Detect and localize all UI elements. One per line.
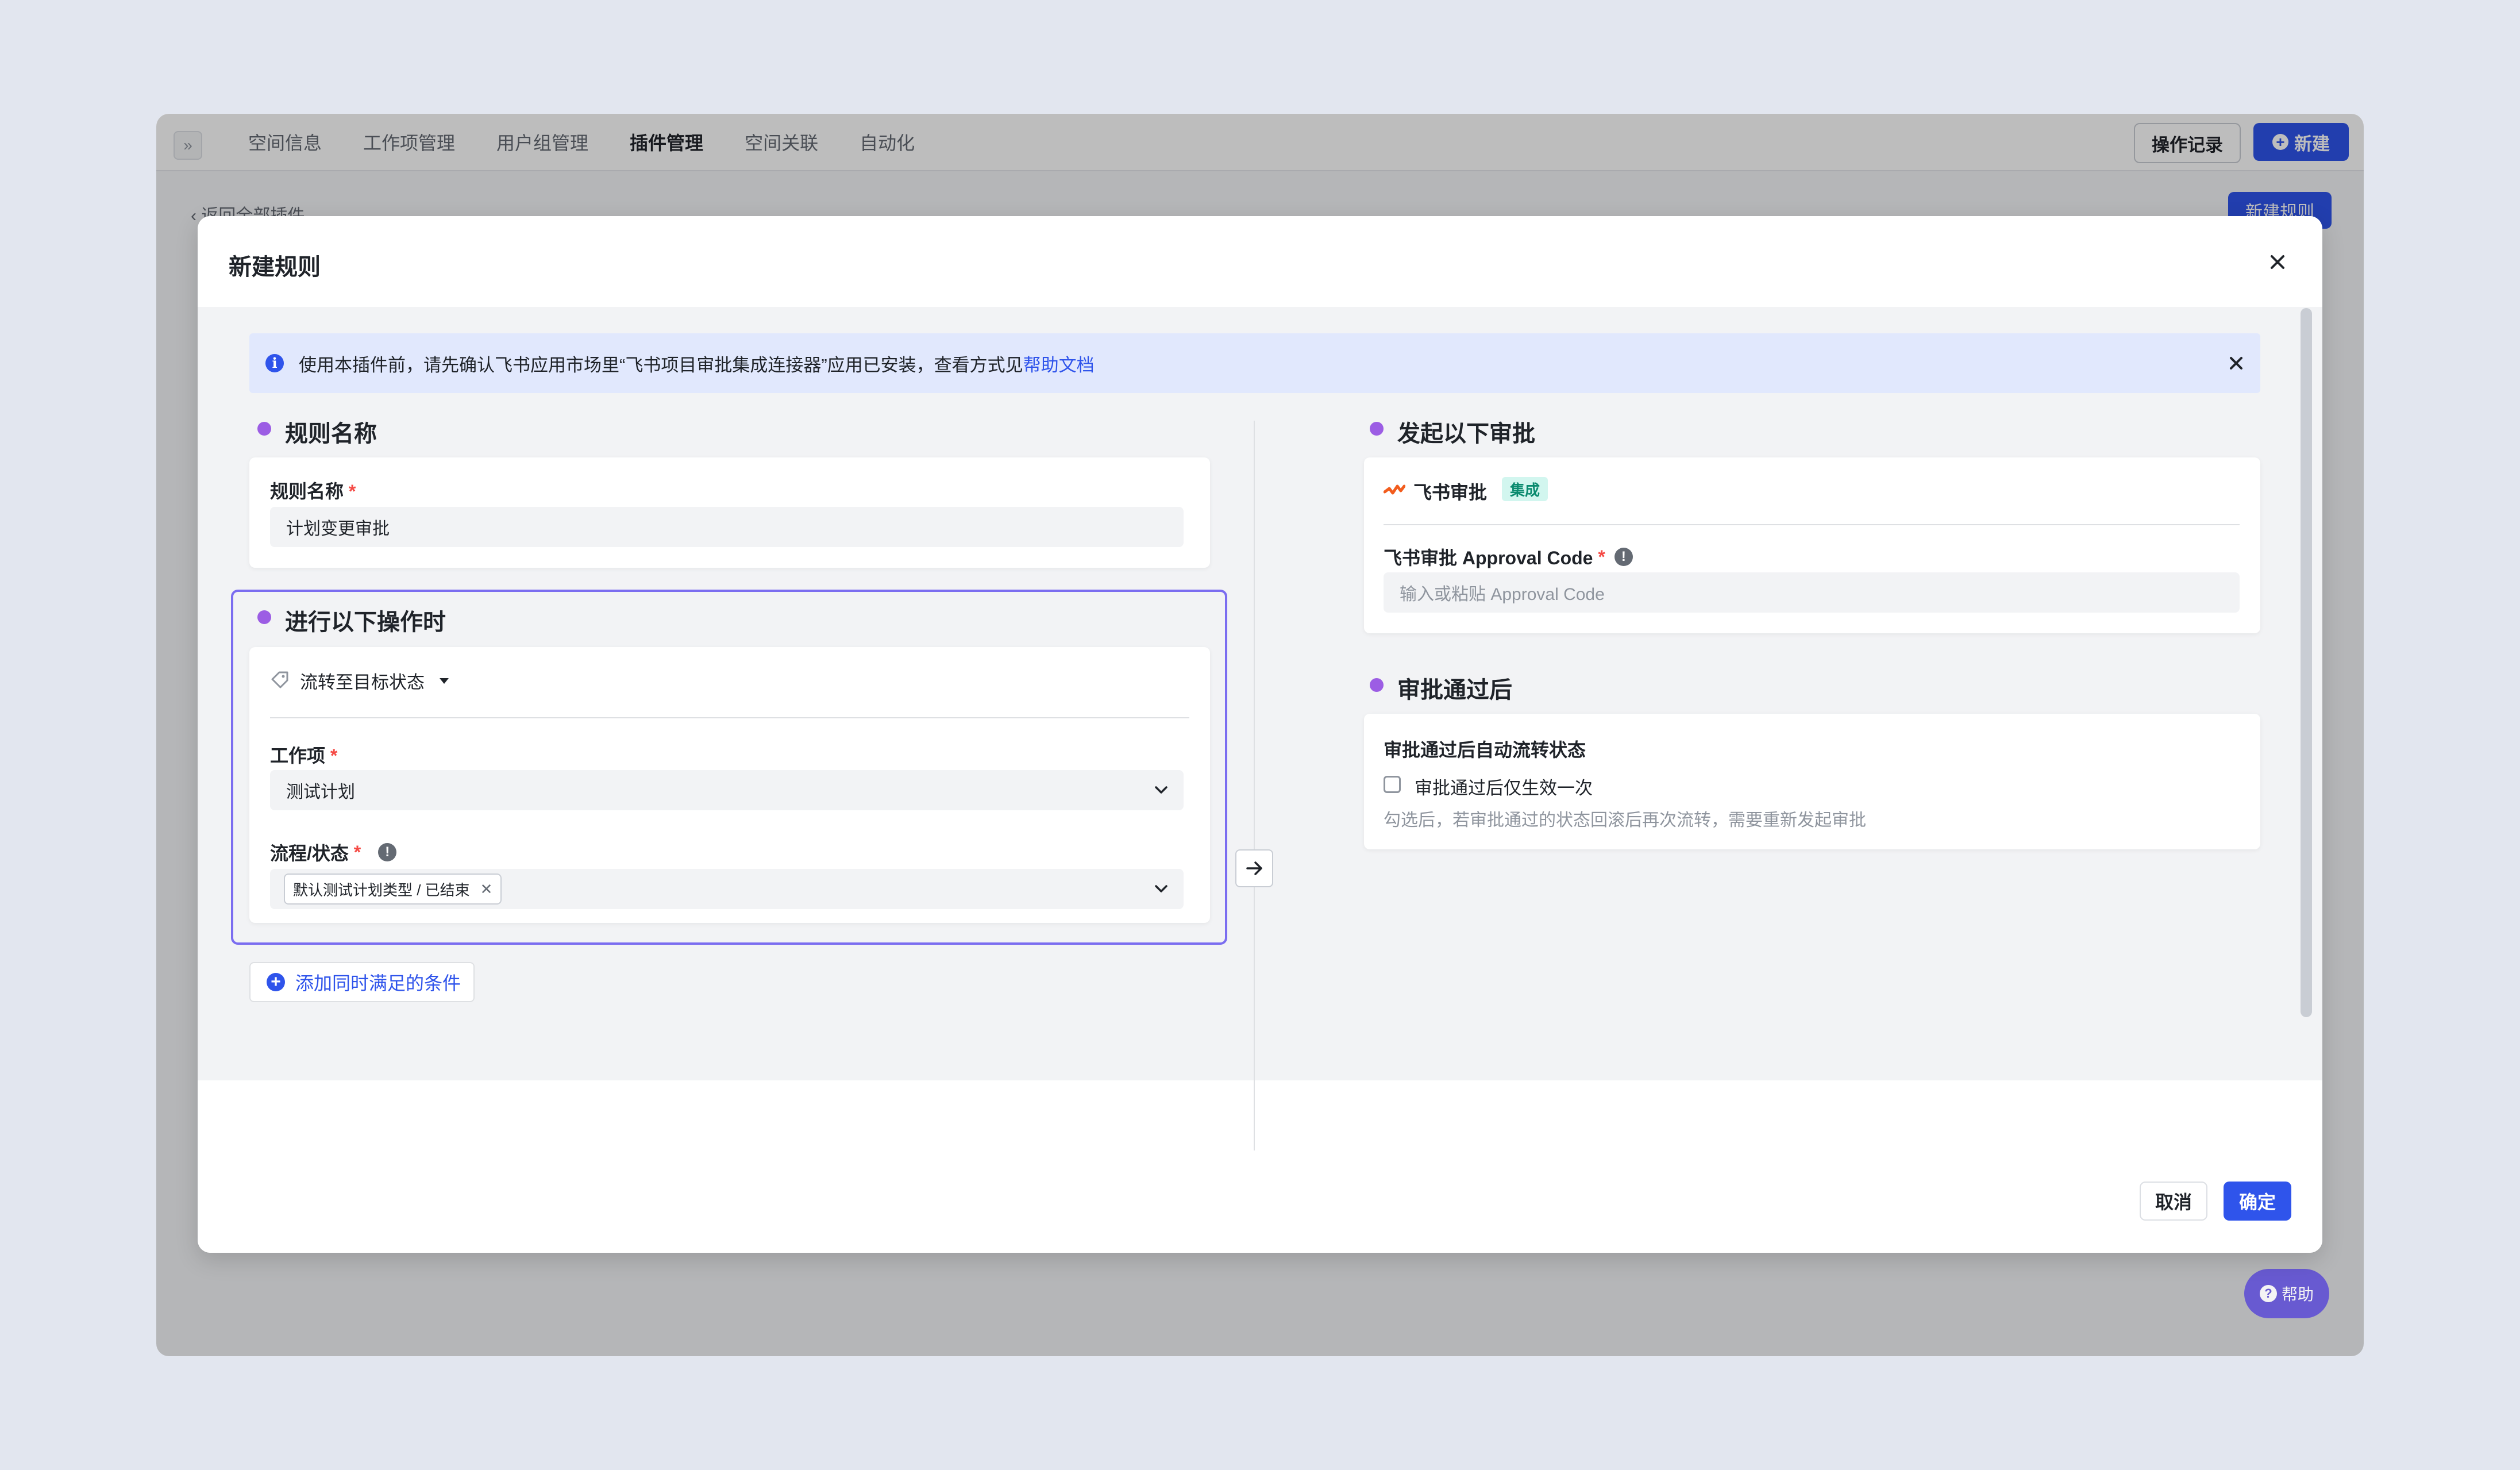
trigger-section-title: 进行以下操作时 [285,610,446,635]
approval-code-label-text: 飞书审批 Approval Code [1384,548,1593,568]
required-mark: * [348,481,356,502]
warning-icon[interactable]: ! [378,843,397,861]
warning-icon[interactable]: ! [1614,548,1633,566]
flow-status-select[interactable]: 默认测试计划类型 / 已结束 ✕ [270,869,1184,909]
help-button[interactable]: ? 帮助 [2244,1269,2329,1318]
help-icon: ? [2259,1285,2277,1302]
info-icon: i [265,354,284,372]
work-item-label-text: 工作项 [270,745,326,766]
add-condition-button[interactable]: + 添加同时满足的条件 [249,962,475,1002]
trigger-card: 流转至目标状态 工作项 * 测试计划 流程/状态 * ! 默认测试计划类型 / … [249,647,1210,923]
section-dot [1370,678,1384,692]
caret-down-icon [440,678,449,684]
after-approval-card: 审批通过后自动流转状态 审批通过后仅生效一次 勾选后，若审批通过的状态回滚后再次… [1364,714,2260,849]
work-item-select[interactable]: 测试计划 [270,770,1184,810]
info-banner: i 使用本插件前，请先确认飞书应用市场里“飞书项目审批集成连接器”应用已安装，查… [249,333,2260,393]
trigger-action-label: 流转至目标状态 [300,672,425,692]
rule-name-section-title: 规则名称 [285,421,377,447]
section-dot [257,610,271,624]
tag-remove-icon[interactable]: ✕ [480,880,493,898]
once-only-hint: 勾选后，若审批通过的状态回滚后再次流转，需要重新发起审批 [1384,811,1866,830]
trigger-action-select[interactable]: 流转至目标状态 [300,668,450,694]
column-divider [1254,421,1255,1150]
approval-app-name: 飞书审批 [1413,482,1488,503]
help-button-label: 帮助 [2281,1286,2314,1303]
plus-circle-icon: + [267,973,285,991]
flow-status-tag: 默认测试计划类型 / 已结束 ✕ [284,873,502,905]
arrow-right-icon [1246,861,1262,875]
after-approval-section-title: 审批通过后 [1397,678,1512,703]
chevron-down-icon [1155,885,1167,892]
once-only-checkbox[interactable] [1384,776,1401,793]
rule-name-card: 规则名称 * 计划变更审批 [249,457,1210,568]
flow-status-tag-label: 默认测试计划类型 / 已结束 [293,881,470,899]
rule-name-label-text: 规则名称 [270,481,344,502]
add-condition-label: 添加同时满足的条件 [295,973,461,994]
modal-close-button[interactable] [2260,245,2295,279]
modal-title: 新建规则 [229,255,321,280]
modal-header: 新建规则 [198,216,2322,307]
tag-icon [271,671,288,688]
approval-card: 飞书审批 集成 飞书审批 Approval Code * ! 输入或粘贴 App… [1364,457,2260,633]
required-mark: * [353,841,361,863]
auto-transition-label: 审批通过后自动流转状态 [1384,740,1586,760]
approval-code-label: 飞书审批 Approval Code * ! [1384,544,1633,570]
flow-status-label-text: 流程/状态 [270,843,349,864]
close-icon [2271,255,2284,269]
rule-name-label: 规则名称 * [270,477,356,503]
banner-message: 使用本插件前，请先确认飞书应用市场里“飞书项目审批集成连接器”应用已安装，查看方… [299,355,1023,375]
section-dot [257,422,271,436]
rule-name-input[interactable]: 计划变更审批 [270,507,1184,547]
flow-status-label: 流程/状态 * ! [270,839,397,865]
chevron-down-icon [1155,786,1167,794]
divider [270,717,1189,718]
approval-code-input[interactable]: 输入或粘贴 Approval Code [1384,572,2240,613]
banner-text: 使用本插件前，请先确认飞书应用市场里“飞书项目审批集成连接器”应用已安装，查看方… [299,351,1095,376]
integration-badge: 集成 [1502,477,1548,501]
required-mark: * [330,745,338,766]
flow-arrow [1235,849,1273,887]
banner-close-button[interactable] [2225,352,2248,375]
new-rule-modal: 新建规则 i 使用本插件前，请先确认飞书应用市场里“飞书项目审批集成连接器”应用… [198,216,2322,1253]
required-mark: * [1598,546,1605,567]
work-item-label: 工作项 * [270,741,337,768]
section-dot [1370,422,1384,436]
confirm-button[interactable]: 确定 [2224,1182,2291,1221]
once-only-checkbox-label[interactable]: 审批通过后仅生效一次 [1415,774,1593,799]
feishu-approval-logo [1384,484,1405,495]
modal-footer [198,1152,2322,1253]
approval-section-title: 发起以下审批 [1397,421,1535,447]
close-icon [2230,357,2242,370]
help-doc-link[interactable]: 帮助文档 [1023,355,1095,375]
cancel-button[interactable]: 取消 [2140,1182,2207,1221]
divider [1384,524,2240,525]
work-item-value: 测试计划 [286,783,355,802]
modal-scrollbar[interactable] [2301,308,2312,1017]
